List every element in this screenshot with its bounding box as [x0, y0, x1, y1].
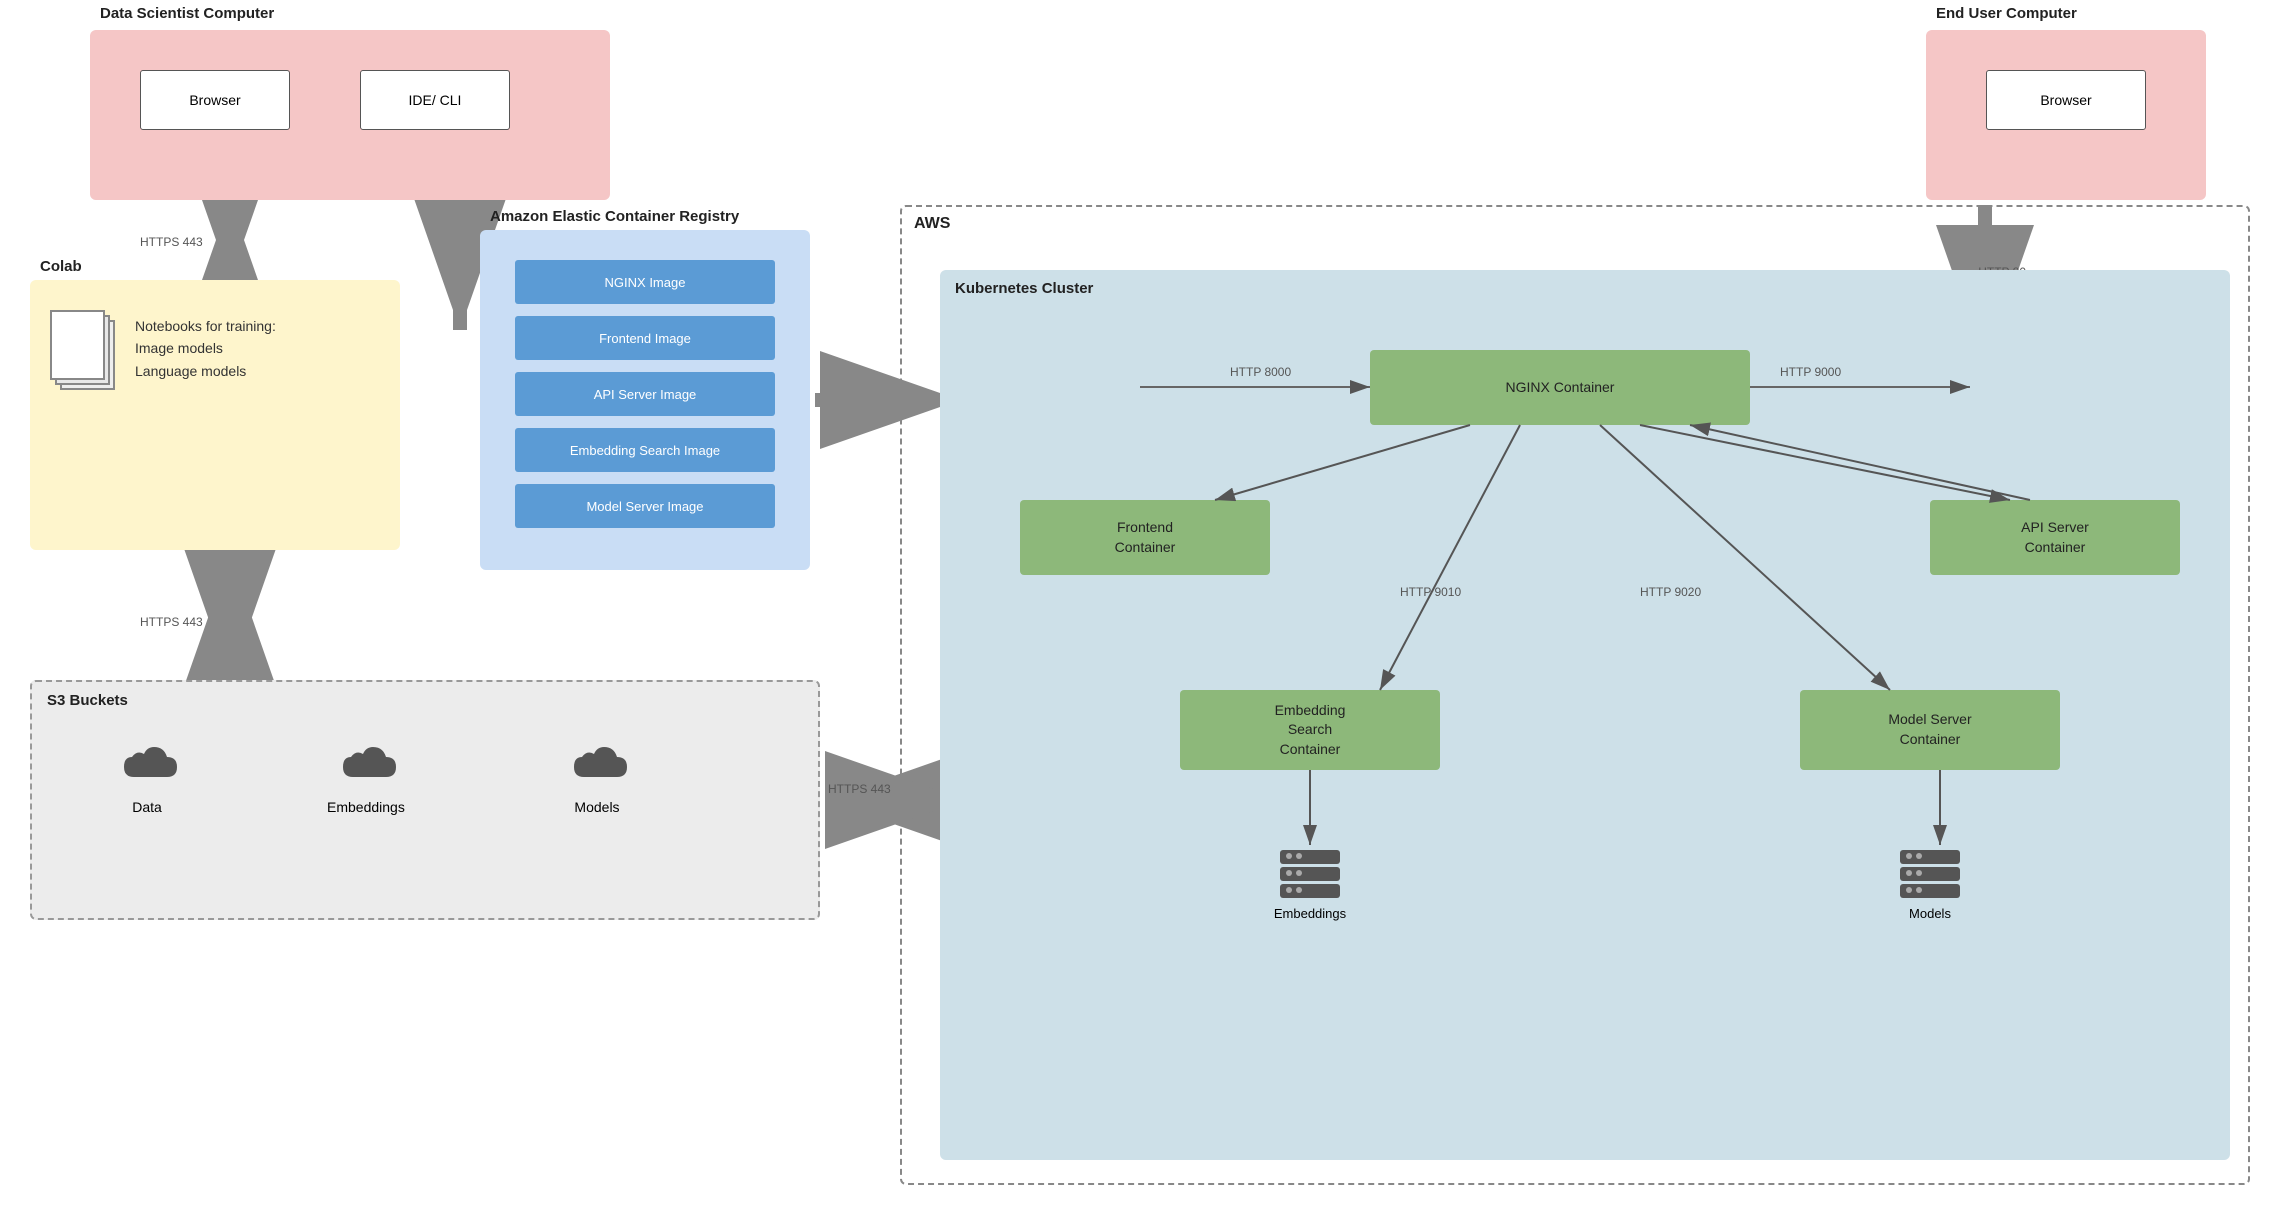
http-8000-label: HTTP 8000	[1230, 365, 1291, 379]
embed-server-icon	[1210, 850, 1410, 898]
models-storage-label: Models	[1830, 906, 2030, 921]
models-server-icon	[1830, 850, 2030, 898]
notebook-icon	[50, 310, 120, 395]
s3-region: S3 Buckets Data Embeddings Models	[30, 680, 820, 920]
ds-browser-label: Browser	[189, 92, 240, 108]
ide-box: IDE/ CLI	[360, 70, 510, 130]
https-443-ds-label: HTTPS 443	[140, 235, 203, 249]
s3-label: S3 Buckets	[47, 692, 128, 709]
eu-browser-box: Browser	[1986, 70, 2146, 130]
models-storage: Models	[1830, 850, 2030, 921]
s3-models-item: Models	[562, 742, 632, 815]
ecr-item-2: API Server Image	[515, 372, 775, 416]
frontend-container: Frontend Container	[1020, 500, 1270, 575]
colab-label: Colab	[40, 258, 82, 275]
colab-region: Colab Notebooks for training: Image mode…	[30, 280, 400, 550]
api-container: API Server Container	[1930, 500, 2180, 575]
k8s-label: Kubernetes Cluster	[955, 280, 1093, 297]
k8s-region: Kubernetes Cluster NGINX Container HTTP …	[940, 270, 2230, 1160]
http-9020-label: HTTP 9020	[1640, 585, 1701, 599]
embedding-container: Embedding Search Container	[1180, 690, 1440, 770]
ecr-item-1: Frontend Image	[515, 316, 775, 360]
embeddings-storage-label: Embeddings	[1210, 906, 1410, 921]
eu-browser-label: Browser	[2040, 92, 2091, 108]
https-443-s3-label: HTTPS 443	[828, 782, 891, 796]
nginx-container: NGINX Container	[1370, 350, 1750, 425]
s3-data-item: Data	[112, 742, 182, 815]
ecr-item-0: NGINX Image	[515, 260, 775, 304]
ecr-item-4: Model Server Image	[515, 484, 775, 528]
eu-computer-label: End User Computer	[1936, 5, 2077, 22]
eu-computer-region: End User Computer Browser	[1926, 30, 2206, 200]
embeddings-storage: Embeddings	[1210, 850, 1410, 921]
diagram-container: Data Scientist Computer Browser IDE/ CLI…	[0, 0, 2296, 1228]
http-9010-label: HTTP 9010	[1400, 585, 1461, 599]
ds-computer-region: Data Scientist Computer Browser IDE/ CLI	[90, 30, 610, 200]
aws-label: AWS	[914, 215, 950, 233]
model-container: Model Server Container	[1800, 690, 2060, 770]
ecr-region: Amazon Elastic Container Registry NGINX …	[480, 230, 810, 570]
s3-embeddings-item: Embeddings	[327, 742, 405, 815]
http-9000-label: HTTP 9000	[1780, 365, 1841, 379]
ecr-label: Amazon Elastic Container Registry	[490, 208, 739, 225]
ds-computer-label: Data Scientist Computer	[100, 5, 274, 22]
https-443-colab-label: HTTPS 443	[140, 615, 203, 629]
ide-label: IDE/ CLI	[409, 92, 462, 108]
colab-description: Notebooks for training: Image models Lan…	[135, 315, 276, 382]
ecr-item-3: Embedding Search Image	[515, 428, 775, 472]
ds-browser-box: Browser	[140, 70, 290, 130]
